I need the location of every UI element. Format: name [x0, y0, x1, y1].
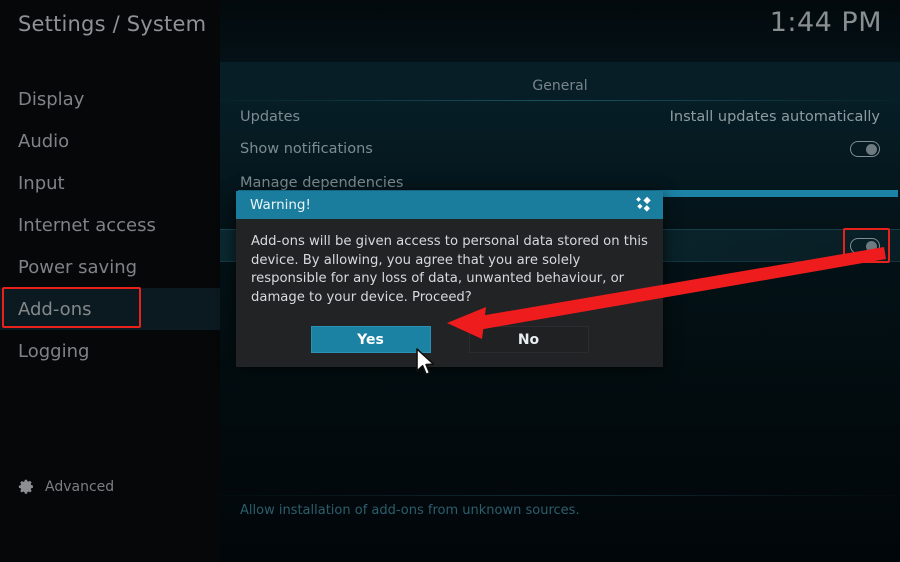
sidebar-item-label: Display — [18, 88, 85, 110]
section-title: General — [532, 78, 588, 94]
footer-divider — [220, 495, 900, 496]
unknown-sources-toggle[interactable] — [850, 237, 880, 254]
sidebar: Settings / System Display Audio Input In… — [0, 0, 220, 562]
sidebar-item-label: Logging — [18, 340, 90, 362]
dialog-button-row: Yes No — [236, 326, 663, 353]
show-notifications-toggle[interactable] — [850, 140, 880, 157]
sidebar-item-label: Input — [18, 172, 65, 194]
sidebar-item-input[interactable]: Input — [0, 162, 220, 204]
sidebar-item-power-saving[interactable]: Power saving — [0, 246, 220, 288]
sidebar-nav-list: Display Audio Input Internet access Powe… — [0, 78, 220, 372]
setting-value: Install updates automatically — [669, 108, 880, 125]
mouse-pointer-icon — [416, 348, 435, 376]
sidebar-item-label: Power saving — [18, 256, 138, 278]
sidebar-item-add-ons[interactable]: Add-ons — [0, 288, 220, 330]
yes-button[interactable]: Yes — [310, 326, 431, 353]
sidebar-item-internet-access[interactable]: Internet access — [0, 204, 220, 246]
setting-row-updates[interactable]: Updates Install updates automatically — [220, 100, 900, 133]
setting-label: Manage dependencies — [240, 174, 404, 191]
sidebar-item-label: Audio — [18, 130, 70, 152]
sidebar-item-label: Add-ons — [18, 298, 92, 320]
setting-row-show-notifications[interactable]: Show notifications — [220, 132, 900, 165]
dialog-title: Warning! — [250, 197, 311, 213]
dialog-header: Warning! — [236, 191, 663, 219]
sidebar-item-logging[interactable]: Logging — [0, 330, 220, 372]
toggle-knob — [866, 240, 877, 252]
page-title: Settings / System — [18, 12, 207, 36]
toggle-knob — [866, 143, 877, 155]
sidebar-item-audio[interactable]: Audio — [0, 120, 220, 162]
gear-icon — [18, 478, 35, 495]
sidebar-item-label: Internet access — [18, 214, 156, 236]
kodi-logo-icon — [632, 194, 655, 216]
setting-label: Show notifications — [240, 140, 373, 157]
warning-dialog: Warning! Add-ons will be given access to… — [236, 191, 663, 367]
sidebar-item-label: Advanced — [45, 478, 115, 495]
dialog-message: Add-ons will be given access to personal… — [251, 234, 648, 306]
clock: 1:44 PM — [769, 7, 882, 38]
sidebar-item-display[interactable]: Display — [0, 78, 220, 120]
setting-description: Allow installation of add-ons from unkno… — [240, 503, 580, 518]
kodi-settings-screen: Settings / System Display Audio Input In… — [0, 0, 900, 562]
setting-label: Updates — [240, 108, 301, 125]
sidebar-item-advanced[interactable]: Advanced — [18, 478, 114, 495]
no-button[interactable]: No — [468, 326, 589, 353]
